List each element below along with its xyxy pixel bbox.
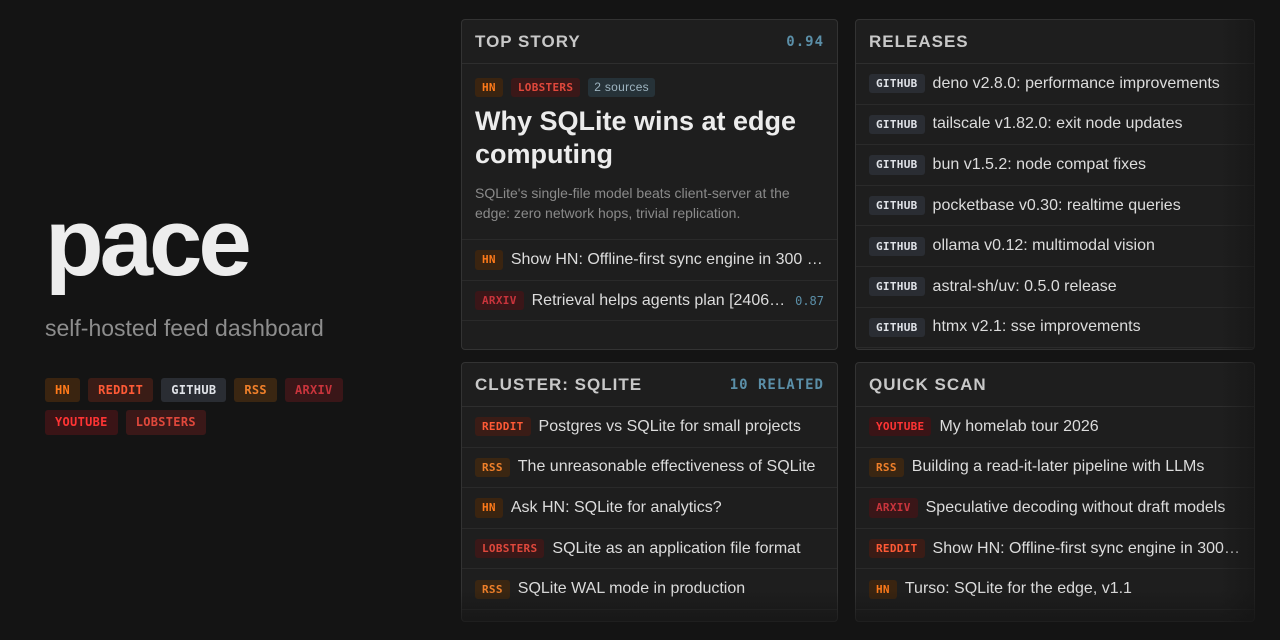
source-chip-rss[interactable]: RSS [234,378,277,403]
item-title[interactable]: Building a read-it-later pipeline with L… [912,458,1241,476]
source-chip-lobsters[interactable]: LOBSTERS [125,410,206,435]
source-tag-hn: HN [869,579,897,599]
source-tag-hn: HN [475,78,503,98]
item-title[interactable]: SQLite as an application file format [552,540,824,558]
list-item[interactable]: ARXIV Retrieval helps agents plan [2406.… [462,281,837,322]
related-count[interactable]: 10 RELATED [730,377,824,393]
list-item[interactable]: RSS Building a read-it-later pipeline wi… [856,448,1254,489]
list-item[interactable]: GITHUB pocketbase v0.30: realtime querie… [856,186,1254,227]
source-legend: HN REDDIT GITHUB RSS ARXIV YOUTUBE LOBST… [45,378,375,435]
panel-header: TOP STORY 0.94 [462,20,837,64]
source-chip-reddit[interactable]: REDDIT [88,378,154,403]
source-tag-arxiv: ARXIV [475,290,524,311]
app-tagline: self-hosted feed dashboard [45,315,324,341]
item-title[interactable]: Postgres vs SQLite for small projects [539,418,824,436]
item-title[interactable]: Retrieval helps agents plan [2406.01234] [532,292,787,310]
source-tag-lobsters: LOBSTERS [475,538,545,559]
source-tag-youtube: YOUTUBE [869,417,932,437]
source-tag-github: GITHUB [869,317,925,337]
source-tag-github: GITHUB [869,74,925,94]
item-title[interactable]: The unreasonable effectiveness of SQLite [518,458,824,476]
source-chip-github[interactable]: GITHUB [161,378,227,403]
cluster-panel: CLUSTER: SQLITE 10 RELATED REDDIT Postgr… [461,362,838,622]
item-title[interactable]: deno v2.8.0: performance improvements [933,75,1241,93]
item-title[interactable]: Show HN: Offline-first sync engine in 30… [511,251,824,269]
panel-header: RELEASES [856,20,1254,64]
source-tag-rss: RSS [475,457,510,477]
list-item[interactable]: REDDIT Postgres vs SQLite for small proj… [462,407,837,448]
item-title[interactable]: tailscale v1.82.0: exit node updates [933,115,1241,133]
list-item[interactable]: GITHUB astral-sh/uv: 0.5.0 release [856,267,1254,308]
list-item[interactable]: HN Ask HN: SQLite for analytics? [462,488,837,529]
list-item[interactable]: GITHUB htmx v2.1: sse improvements [856,308,1254,349]
source-tag-github: GITHUB [869,114,925,134]
list-item[interactable]: GITHUB deno v2.8.0: performance improvem… [856,64,1254,105]
source-chip-hn[interactable]: HN [45,378,81,403]
panel-title: CLUSTER: SQLITE [475,374,643,394]
source-tag-github: GITHUB [869,155,925,175]
brand-section: pace self-hosted feed dashboard HN REDDI… [45,195,405,435]
sources-count-badge[interactable]: 2 sources [588,78,655,97]
source-tag-hn: HN [475,498,503,518]
item-title[interactable]: Speculative decoding without draft model… [926,499,1241,517]
quick-scan-panel: QUICK SCAN YOUTUBE My homelab tour 2026 … [855,362,1255,622]
source-tag-rss: RSS [475,579,510,599]
list-item[interactable]: GITHUB bun v1.5.2: node compat fixes [856,145,1254,186]
item-title[interactable]: SQLite WAL mode in production [518,580,824,598]
item-title[interactable]: Show HN: Offline-first sync engine in 30… [933,540,1241,558]
list-item[interactable]: LOBSTERS SQLite as an application file f… [462,529,837,570]
featured-story-summary: SQLite's single-file model beats client-… [475,185,790,222]
source-chip-arxiv[interactable]: ARXIV [284,378,343,403]
featured-story[interactable]: HN LOBSTERS 2 sources Why SQLite wins at… [462,64,837,241]
source-tag-reddit: REDDIT [869,538,925,559]
item-title[interactable]: ollama v0.12: multimodal vision [933,237,1241,255]
panel-title: RELEASES [869,31,969,51]
featured-story-tags: HN LOBSTERS 2 sources [475,78,824,98]
panel-header: CLUSTER: SQLITE 10 RELATED [462,363,837,407]
source-tag-rss: RSS [869,457,904,477]
list-item[interactable]: HN Turso: SQLite for the edge, v1.1 [856,569,1254,610]
releases-panel: RELEASES GITHUB deno v2.8.0: performance… [855,19,1255,350]
list-item[interactable]: RSS SQLite WAL mode in production [462,569,837,610]
top-story-score: 0.94 [786,33,824,50]
source-chip-youtube[interactable]: YOUTUBE [45,410,118,435]
source-tag-arxiv: ARXIV [869,498,918,518]
panel-title: TOP STORY [475,31,581,51]
source-tag-lobsters: LOBSTERS [510,78,581,98]
item-title[interactable]: pocketbase v0.30: realtime queries [933,197,1241,215]
panel-header: QUICK SCAN [856,363,1254,407]
panel-title: QUICK SCAN [869,374,987,394]
featured-story-headline[interactable]: Why SQLite wins at edge computing [475,105,824,171]
item-title[interactable]: Ask HN: SQLite for analytics? [511,499,824,517]
list-item[interactable]: HN Show HN: Offline-first sync engine in… [462,240,837,281]
list-item[interactable]: REDDIT Show HN: Offline-first sync engin… [856,529,1254,570]
list-item[interactable]: ARXIV Speculative decoding without draft… [856,488,1254,529]
list-item[interactable]: RSS The unreasonable effectiveness of SQ… [462,448,837,489]
list-item[interactable]: GITHUB ollama v0.12: multimodal vision [856,226,1254,267]
item-title[interactable]: htmx v2.1: sse improvements [933,318,1241,336]
source-tag-github: GITHUB [869,236,925,256]
item-title[interactable]: My homelab tour 2026 [939,418,1241,436]
source-tag-hn: HN [475,250,503,270]
list-item[interactable]: YOUTUBE My homelab tour 2026 [856,407,1254,448]
item-title[interactable]: bun v1.5.2: node compat fixes [933,156,1241,174]
source-tag-github: GITHUB [869,277,925,297]
list-item[interactable]: GITHUB tailscale v1.82.0: exit node upda… [856,105,1254,146]
source-tag-github: GITHUB [869,195,925,216]
item-title[interactable]: Turso: SQLite for the edge, v1.1 [905,580,1241,598]
item-title[interactable]: astral-sh/uv: 0.5.0 release [933,278,1241,296]
source-tag-reddit: REDDIT [475,417,531,437]
item-score: 0.87 [795,293,824,308]
top-story-panel: TOP STORY 0.94 HN LOBSTERS 2 sources Why… [461,19,838,350]
app-logo: pace [45,189,252,296]
